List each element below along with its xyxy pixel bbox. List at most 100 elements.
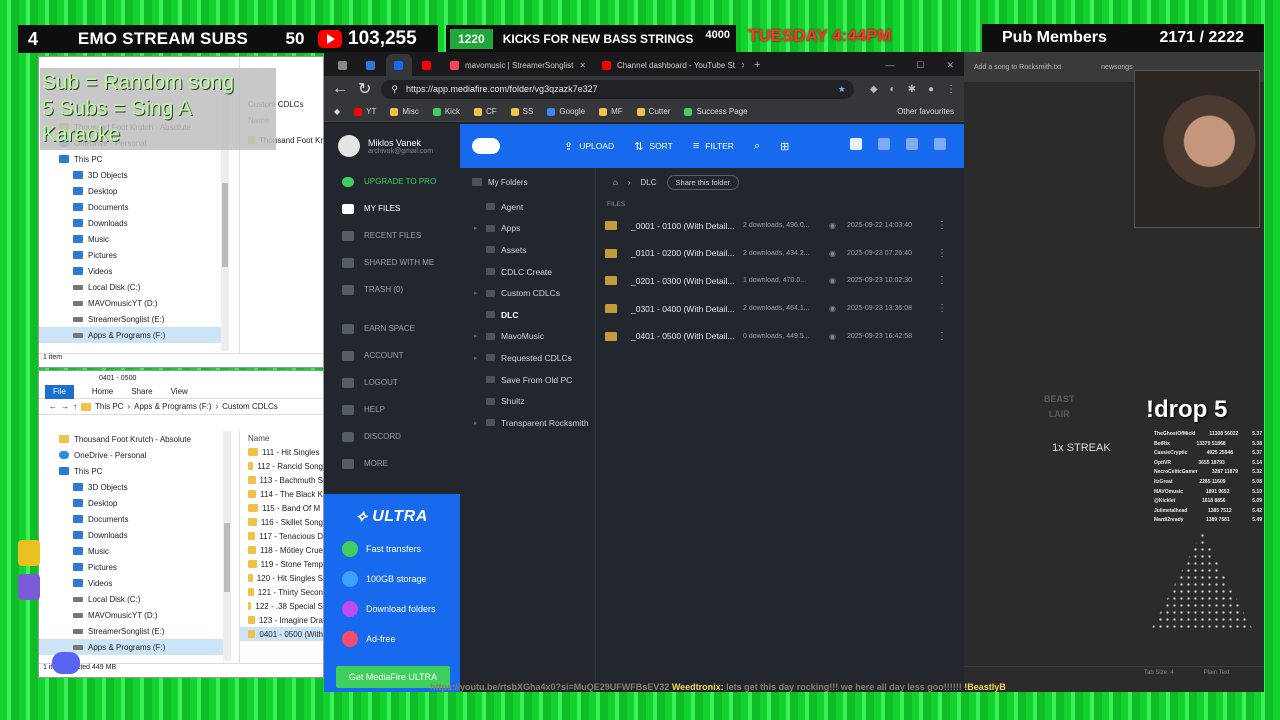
list-item[interactable]: 120 - Hit Singles S [240,571,323,585]
sidebar-item[interactable]: TRASH (0) [324,276,460,303]
back-icon[interactable]: ← [49,402,57,411]
more-options-icon[interactable]: ⋮ [937,248,947,259]
bookmark-item[interactable]: MF [599,107,623,116]
folder-item[interactable]: ▸ Requested CDLCs [460,347,595,369]
list-item[interactable]: 121 - Thirty Secon [240,585,323,599]
sidebar-item[interactable]: ACCOUNT [324,342,460,369]
folder-item[interactable]: ▸ Transparent Rocksmith [460,412,595,434]
search-button[interactable]: ⌕ [754,140,760,153]
privacy-eye-icon[interactable]: ◉ [829,304,847,313]
tree-item[interactable]: Apps & Programs (F:) [39,327,229,343]
chevron-right-icon[interactable]: ▸ [474,224,480,232]
tree-item[interactable]: OneDrive - Personal [39,447,229,463]
file-row[interactable]: _0201 - 0300 (With Detail... 1 download, … [597,267,964,295]
tree-item[interactable]: Downloads [39,215,229,231]
ribbon-view[interactable]: View [171,387,188,396]
bookmark-star-icon[interactable]: ★ [838,84,846,95]
bookmark-item[interactable]: Cutter [636,107,670,116]
file-name[interactable]: _0301 - 0400 (With Detail... [631,304,743,314]
folder-item[interactable]: ▸ MavoMusic [460,326,595,348]
site-info-icon[interactable]: ⚲ [391,84,398,95]
sidebar-item[interactable]: MY FILES [324,195,460,222]
file-name[interactable]: _0001 - 0100 (With Detail... [631,221,743,231]
ribbon-share[interactable]: Share [131,387,152,396]
privacy-eye-icon[interactable]: ◉ [829,276,847,285]
folder-item[interactable]: Shultz [460,390,595,412]
tree-item[interactable]: MAVOmusicYT (D:) [39,607,229,623]
tree-item[interactable]: This PC [39,151,229,167]
privacy-eye-icon[interactable]: ◉ [829,221,847,230]
tree-item[interactable]: Music [39,543,229,559]
sidebar-item[interactable]: HELP [324,396,460,423]
tree-item[interactable]: This PC [39,463,229,479]
tree-item[interactable]: Music [39,231,229,247]
close-icon[interactable]: ✕ [579,61,586,70]
tree-item[interactable]: Documents [39,199,229,215]
sidebar-item[interactable]: LOGOUT [324,369,460,396]
user-block[interactable]: Miklos Vanek archivuk@gmail.com [324,124,460,168]
chevron-right-icon[interactable]: ▸ [474,354,480,362]
address-bar[interactable]: ← → ↑ This PC › Apps & Programs (F:) › Cus… [39,399,323,415]
sidebar-item[interactable]: SHARED WITH ME [324,249,460,276]
new-tab-button[interactable]: + [746,54,768,76]
tab-streamersonglist[interactable]: mavomusic | StreamerSonglist ✕ [442,54,592,76]
chevron-right-icon[interactable]: ▸ [474,419,480,427]
back-icon[interactable]: ← [332,80,348,98]
extensions-icon[interactable]: ✱ [908,84,916,95]
folder-item[interactable]: DLC [460,304,595,326]
list-item[interactable]: 0401 - 0500 (With [240,627,323,641]
grid-view-icon[interactable] [878,138,890,150]
folder-item[interactable]: Assets [460,239,595,261]
list-item[interactable]: 115 - Band Of M [240,501,323,515]
folder-item[interactable]: Save From Old PC [460,369,595,391]
tree-item[interactable]: Documents [39,511,229,527]
bookmark-item[interactable]: Misc [390,107,419,116]
bookmark-item[interactable]: CF [473,107,497,116]
tree-item[interactable]: Desktop [39,183,229,199]
list-item[interactable]: 123 - Imagine Dra [240,613,323,627]
details-pane-icon[interactable] [934,138,946,150]
tab-active[interactable] [386,54,412,76]
bookmark-item[interactable]: YT [354,107,376,116]
reload-icon[interactable]: ↻ [358,79,371,99]
close-icon[interactable]: ✕ [741,61,744,70]
tab-youtube-dashboard[interactable]: Channel dashboard - YouTube St ✕ [594,54,744,76]
other-bookmarks[interactable]: Other favourites [897,107,954,116]
tree-item[interactable]: Pictures [39,559,229,575]
filter-button[interactable]: ≡ FILTER [693,140,734,152]
tree-item[interactable]: Videos [39,575,229,591]
profile-icon[interactable]: ● [928,84,934,95]
folder-item[interactable]: ▸ Apps [460,218,595,240]
bookmark-apps-icon[interactable]: ◆ [334,107,340,116]
new-folder-button[interactable]: ⊞ [780,140,789,153]
tab-pinned[interactable] [358,54,384,76]
tree-item[interactable]: 3D Objects [39,479,229,495]
chevron-right-icon[interactable]: ▸ [474,332,480,340]
more-options-icon[interactable]: ⋮ [937,220,947,231]
list-item[interactable]: 114 - The Black K [240,487,323,501]
url-field[interactable]: ⚲ https://app.mediafire.com/folder/vg3qz… [381,79,854,99]
tree-item[interactable]: Local Disk (C:) [39,279,229,295]
file-row[interactable]: _0401 - 0500 (With Detail... 0 downloads,… [597,322,964,350]
more-options-icon[interactable]: ⋮ [937,275,947,286]
ribbon-home[interactable]: Home [92,387,113,396]
breadcrumb-current[interactable]: DLC [641,178,657,187]
file-name[interactable]: _0201 - 0300 (With Detail... [631,276,743,286]
tree-item[interactable]: StreamerSonglist (E:) [39,623,229,639]
scrollbar[interactable] [223,431,231,661]
share-folder-button[interactable]: Share this folder [666,174,740,190]
tree-item[interactable]: Local Disk (C:) [39,591,229,607]
tab-pinned[interactable] [330,54,356,76]
list-item[interactable]: 112 - Rancid Song [240,459,323,473]
list-item[interactable]: 118 - Mötley Crue [240,543,323,557]
tree-item[interactable]: StreamerSonglist (E:) [39,311,229,327]
close-window-icon[interactable]: ✕ [946,60,954,71]
file-name[interactable]: _0101 - 0200 (With Detail... [631,248,743,258]
file-name[interactable]: _0401 - 0500 (With Detail... [631,331,743,341]
sidebar-item[interactable]: UPGRADE TO PRO [324,168,460,195]
maximize-icon[interactable]: ☐ [916,60,924,71]
sort-button[interactable]: ⇅ SORT [634,140,673,153]
forward-icon[interactable]: → [61,402,69,411]
privacy-eye-icon[interactable]: ◉ [829,332,847,341]
file-row[interactable]: _0001 - 0100 (With Detail... 2 downloads,… [597,212,964,240]
